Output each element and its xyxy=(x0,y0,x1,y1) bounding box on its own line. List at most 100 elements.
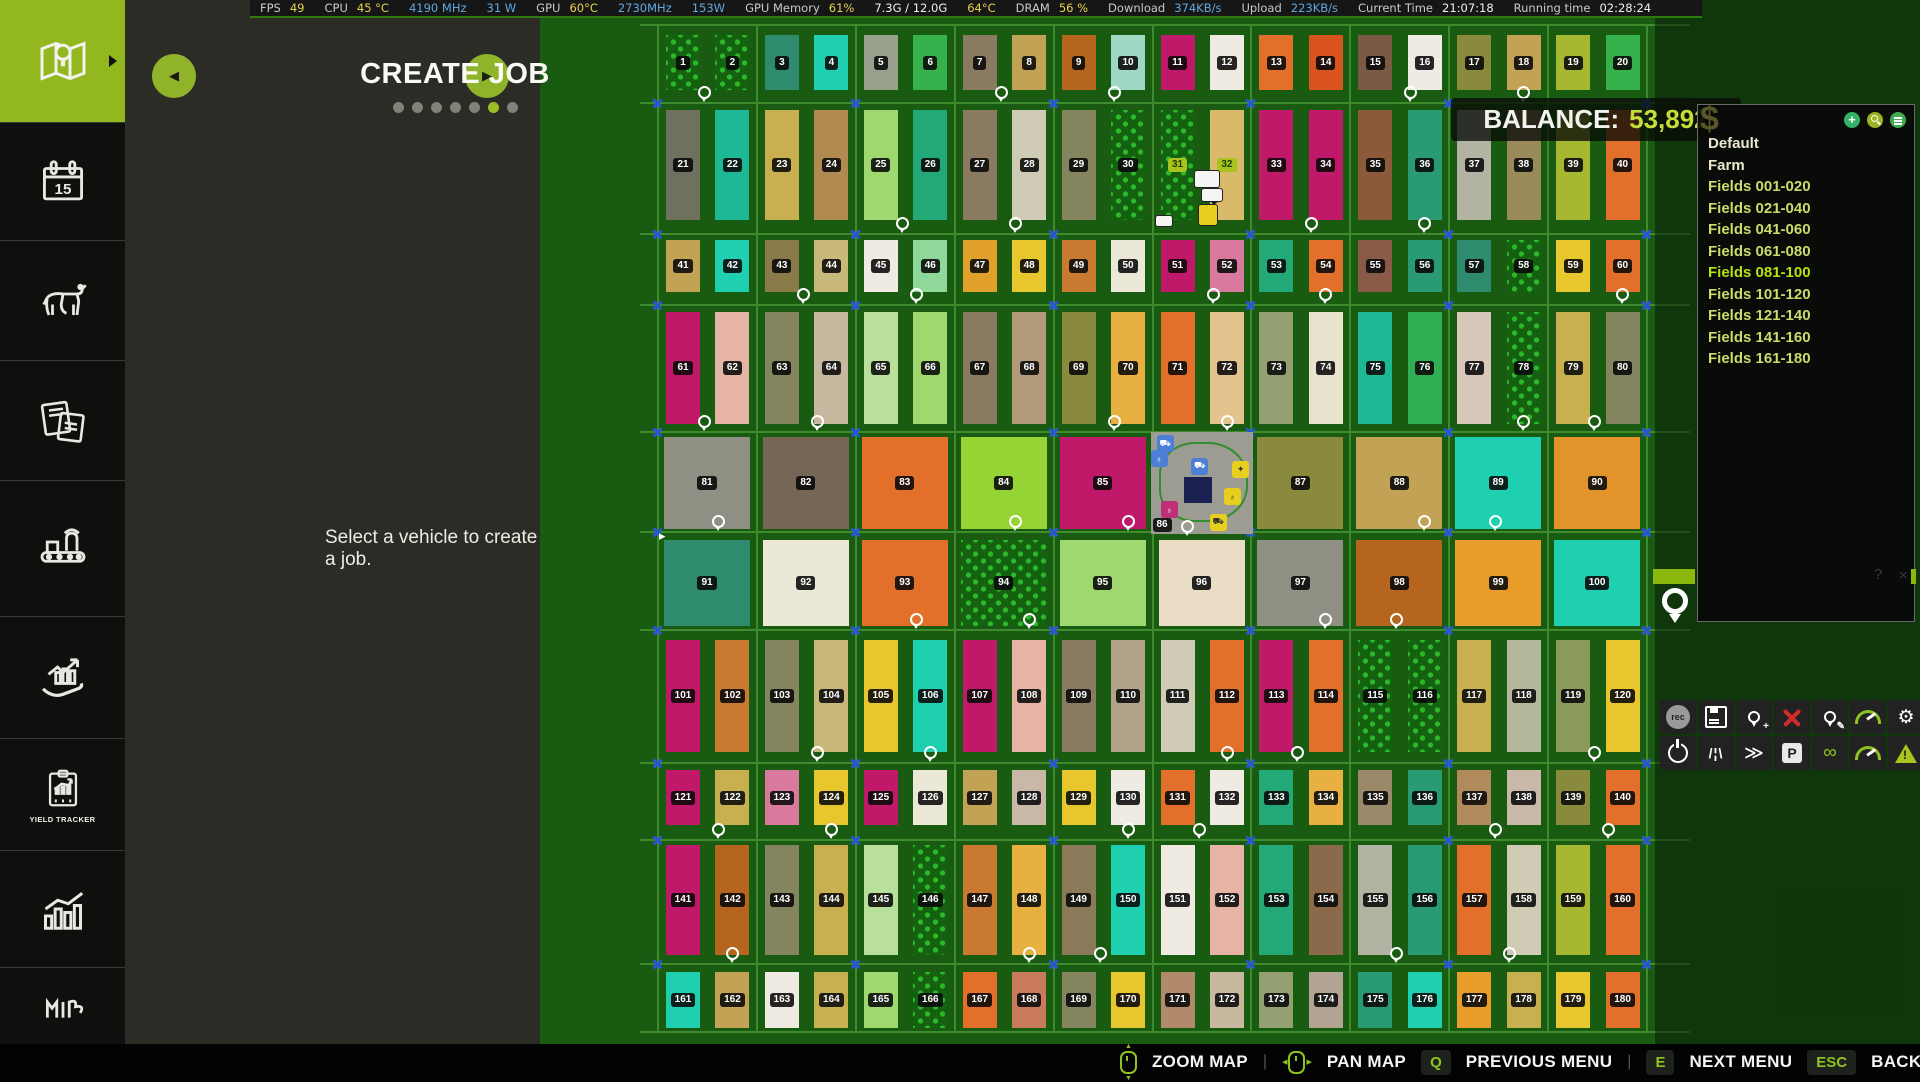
vehicle-marker-icon[interactable] xyxy=(1201,188,1223,202)
group-list-item[interactable]: Default xyxy=(1708,133,1908,155)
map-field-71[interactable]: 71 xyxy=(1161,312,1195,424)
sidebar-item-finances[interactable] xyxy=(0,616,125,738)
warning-button[interactable] xyxy=(1888,736,1920,770)
map-field-28[interactable]: 28 xyxy=(1012,110,1046,220)
sidebar-item-statistics[interactable] xyxy=(0,850,125,967)
map-field-131[interactable]: 131 xyxy=(1161,770,1195,825)
sidebar-item-yield-tracker[interactable]: YIELD TRACKER xyxy=(0,738,125,850)
map-field-70[interactable]: 70 xyxy=(1111,312,1145,424)
map-field-82[interactable]: 82 xyxy=(763,437,849,529)
map-field-23[interactable]: 23 xyxy=(765,110,799,220)
add-waypoint-button[interactable]: + xyxy=(1736,700,1772,734)
map-field-53[interactable]: 53 xyxy=(1259,240,1293,292)
map-field-7[interactable]: 7 xyxy=(963,35,997,90)
map-field-66[interactable]: 66 xyxy=(913,312,947,424)
map-field-151[interactable]: 151 xyxy=(1161,845,1195,955)
prev-page-button[interactable]: ◀ xyxy=(152,54,196,98)
sidebar-item-animals[interactable] xyxy=(0,240,125,360)
map-field-16[interactable]: 16 xyxy=(1408,35,1442,90)
map-field-52[interactable]: 52 xyxy=(1210,240,1244,292)
map-field-55[interactable]: 55 xyxy=(1358,240,1392,292)
map-field-46[interactable]: 46 xyxy=(913,240,947,292)
map-field-65[interactable]: 65 xyxy=(864,312,898,424)
group-list-item[interactable]: Fields 061-080 xyxy=(1708,241,1908,263)
map-field-122[interactable]: 122 xyxy=(715,770,749,825)
map-field-69[interactable]: 69 xyxy=(1062,312,1096,424)
map-field-147[interactable]: 147 xyxy=(963,845,997,955)
map-field-166[interactable]: 166 xyxy=(913,972,947,1028)
map-field-13[interactable]: 13 xyxy=(1259,35,1293,90)
group-list-item[interactable]: Fields 161-180 xyxy=(1708,348,1908,370)
map-field-157[interactable]: 157 xyxy=(1457,845,1491,955)
map-field-137[interactable]: 137 xyxy=(1457,770,1491,825)
delete-course-button[interactable] xyxy=(1774,700,1810,734)
map-field-124[interactable]: 124 xyxy=(814,770,848,825)
map-field-134[interactable]: 134 xyxy=(1309,770,1343,825)
map-field-172[interactable]: 172 xyxy=(1210,972,1244,1028)
map-field-180[interactable]: 180 xyxy=(1606,972,1640,1028)
map-field-143[interactable]: 143 xyxy=(765,845,799,955)
add-icon[interactable] xyxy=(1844,112,1860,128)
map-field-47[interactable]: 47 xyxy=(963,240,997,292)
waypoint-pin-icon[interactable] xyxy=(1662,588,1688,629)
map-field-54[interactable]: 54 xyxy=(1309,240,1343,292)
map-field-85[interactable]: 85 xyxy=(1060,437,1146,529)
group-list-item[interactable]: Fields 021-040 xyxy=(1708,198,1908,220)
search-icon[interactable] xyxy=(1867,112,1883,128)
map-field-30[interactable]: 30 xyxy=(1111,110,1145,220)
map-field-153[interactable]: 153 xyxy=(1259,845,1293,955)
map-field-2[interactable]: 2 xyxy=(715,35,749,90)
help-icon[interactable]: ? xyxy=(1874,566,1882,583)
map-field-56[interactable]: 56 xyxy=(1408,240,1442,292)
map-field-78[interactable]: 78 xyxy=(1507,312,1541,424)
map-field-139[interactable]: 139 xyxy=(1556,770,1590,825)
map-field-68[interactable]: 68 xyxy=(1012,312,1046,424)
map-field-159[interactable]: 159 xyxy=(1556,845,1590,955)
filter-icon[interactable] xyxy=(1890,112,1906,128)
map-field-61[interactable]: 61 xyxy=(666,312,700,424)
map-field-58[interactable]: 58 xyxy=(1507,240,1541,292)
map-field-118[interactable]: 118 xyxy=(1507,640,1541,752)
map-field-178[interactable]: 178 xyxy=(1507,972,1541,1028)
map-field-162[interactable]: 162 xyxy=(715,972,749,1028)
map-field-152[interactable]: 152 xyxy=(1210,845,1244,955)
map-field-126[interactable]: 126 xyxy=(913,770,947,825)
map-field-19[interactable]: 19 xyxy=(1556,35,1590,90)
speed-gauge-button[interactable] xyxy=(1850,736,1886,770)
map-field-128[interactable]: 128 xyxy=(1012,770,1046,825)
map-field-170[interactable]: 170 xyxy=(1111,972,1145,1028)
map-field-146[interactable]: 146 xyxy=(913,845,947,955)
sidebar-item-calendar[interactable]: 15 xyxy=(0,122,125,240)
map-field-154[interactable]: 154 xyxy=(1309,845,1343,955)
map-field-171[interactable]: 171 xyxy=(1161,972,1195,1028)
map-field-142[interactable]: 142 xyxy=(715,845,749,955)
map-field-11[interactable]: 11 xyxy=(1161,35,1195,90)
map-field-51[interactable]: 51 xyxy=(1161,240,1195,292)
map-field-93[interactable]: 93 xyxy=(862,540,948,626)
map-field-123[interactable]: 123 xyxy=(765,770,799,825)
map-field-62[interactable]: 62 xyxy=(715,312,749,424)
map-field-156[interactable]: 156 xyxy=(1408,845,1442,955)
map-field-107[interactable]: 107 xyxy=(963,640,997,752)
map-field-72[interactable]: 72 xyxy=(1210,312,1244,424)
map-field-50[interactable]: 50 xyxy=(1111,240,1145,292)
edit-waypoint-button[interactable]: ✎ xyxy=(1812,700,1848,734)
vehicle-marker-icon[interactable] xyxy=(1155,215,1173,227)
map-field-35[interactable]: 35 xyxy=(1358,110,1392,220)
map-field-165[interactable]: 165 xyxy=(864,972,898,1028)
map-field-99[interactable]: 99 xyxy=(1455,540,1541,626)
vehicle-icon-yellow[interactable]: ♁ xyxy=(1224,488,1241,505)
map-field-90[interactable]: 90 xyxy=(1554,437,1640,529)
map-field-140[interactable]: 140 xyxy=(1606,770,1640,825)
map-field-83[interactable]: 83 xyxy=(862,437,948,529)
map-field-36[interactable]: 36 xyxy=(1408,110,1442,220)
map-field-158[interactable]: 158 xyxy=(1507,845,1541,955)
map-field-135[interactable]: 135 xyxy=(1358,770,1392,825)
map-field-43[interactable]: 43 xyxy=(765,240,799,292)
map-field-60[interactable]: 60 xyxy=(1606,240,1640,292)
map-field-42[interactable]: 42 xyxy=(715,240,749,292)
map-field-87[interactable]: 87 xyxy=(1257,437,1343,529)
map-field-110[interactable]: 110 xyxy=(1111,640,1145,752)
map-field-1[interactable]: 1 xyxy=(666,35,700,90)
map-field-31[interactable]: 31 xyxy=(1161,110,1195,220)
